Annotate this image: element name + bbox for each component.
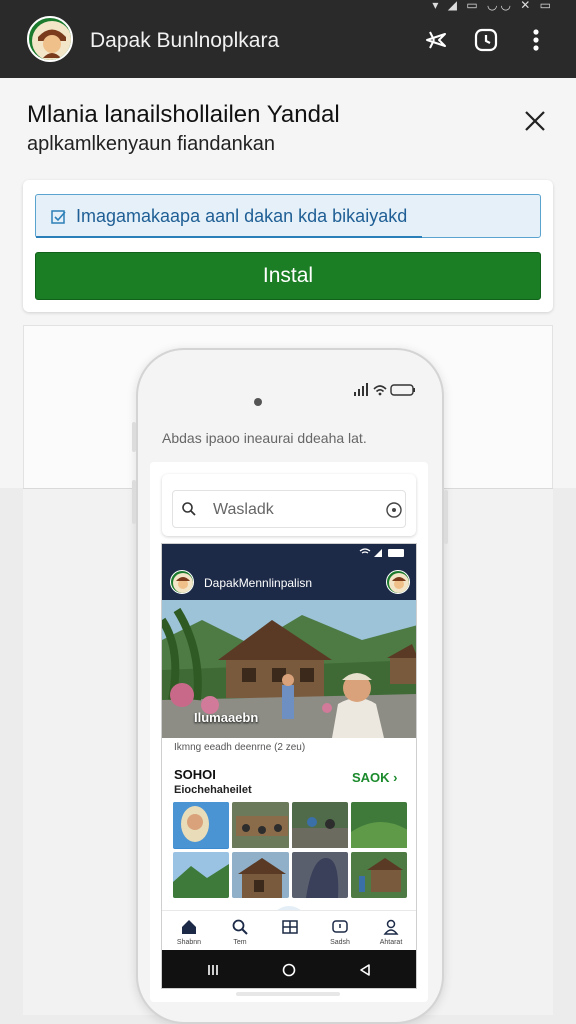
tab-search[interactable]: Tem [215,915,265,951]
tab-profile[interactable]: Ahtarat [366,915,416,951]
photo-thumb[interactable] [350,802,407,849]
install-card: Imagamakaapa aanl dakan kda bikaiyakd In… [23,180,553,312]
inner-app-logo [170,570,194,594]
photo-thumb[interactable] [232,851,289,899]
info-notice: Imagamakaapa aanl dakan kda bikaiyakd [35,194,541,238]
tab-grid[interactable] [265,915,315,951]
section-title: SOHOI [174,767,216,782]
search-placeholder: Wasladk [213,501,274,518]
progress-underline [36,236,422,238]
back-icon[interactable] [358,963,372,977]
system-nav-bar [162,950,416,988]
chat-icon [332,920,348,933]
target-icon[interactable] [385,501,403,519]
photo-thumb[interactable] [350,851,407,899]
install-button[interactable]: Instal [35,252,541,300]
section-subtitle: Eiochehaheilet [174,784,252,796]
section-see-all-link[interactable]: SAOK › [352,770,398,785]
phone-status-icons [352,383,416,402]
tab-label: Sadsh [330,939,350,946]
hero-label: Ilumaaebn [194,710,259,725]
home-indicator [236,992,340,996]
photo-thumb[interactable] [173,802,230,849]
inner-app-screen: DapakMennlinpalisn Ilumaaebn Ikmng eeadh… [161,543,417,989]
phone-power-button [444,490,448,544]
tab-home[interactable]: Shabnn [164,915,214,951]
notice-text: Imagamakaapa aanl dakan kda bikaiyakd [76,206,408,226]
photo-thumb[interactable] [291,802,348,849]
history-icon[interactable] [473,27,499,53]
grid-icon [282,920,298,934]
checkbox-icon [51,210,66,224]
recents-icon[interactable] [206,964,220,976]
profile-icon [383,919,399,935]
prompt-title: Mlania lanailshollailen Yandal [27,101,340,128]
hero-image[interactable]: Ilumaaebn [162,600,416,738]
tab-label: Shabnn [176,939,202,946]
phone-volume-button [132,480,136,524]
more-vert-icon[interactable] [523,27,549,53]
inner-app-title: DapakMennlinpalisn [204,576,313,590]
inner-app-badge[interactable] [386,570,410,594]
inner-app-header: DapakMennlinpalisn [162,544,416,600]
app-bar: ▾ ◢ ▭ ◡◡ ✕ ▭ Dapak Bunlnoplkara [0,0,576,78]
prompt-subtitle: aplkamlkenyaun fiandankan [27,133,275,155]
search-input[interactable]: Wasladk [172,490,406,528]
home-nav-icon[interactable] [282,963,296,977]
phone-volume-button [132,422,136,452]
photo-thumb[interactable] [173,851,229,899]
system-status-icons: ▾ ◢ ▭ ◡◡ ✕ ▭ [432,0,554,12]
photo-grid [173,802,407,898]
phone-camera [254,398,262,406]
tab-chat[interactable]: Sadsh [315,915,365,951]
bottom-tab-bar: Shabnn Tem Sadsh Ahtarat [162,910,416,951]
photo-thumb[interactable] [232,802,289,849]
close-icon[interactable] [520,106,550,136]
app-title: Dapak Bunlnoplkara [90,29,280,52]
search-icon [232,919,248,935]
tab-label: Tem [233,939,247,946]
inner-status-icons [359,548,404,557]
airplane-icon[interactable] [423,27,449,53]
phone-caption: Abdas ipaoo ineaurai ddeaha lat. [162,430,367,446]
search-card: Wasladk [162,474,416,536]
home-icon [182,920,196,934]
search-icon [182,502,196,516]
app-logo [27,16,73,62]
tab-label: Ahtarat [379,939,403,946]
photo-thumb[interactable] [291,851,348,899]
hero-caption: Ikmng eeadh deenrne (2 zeu) [174,742,306,753]
